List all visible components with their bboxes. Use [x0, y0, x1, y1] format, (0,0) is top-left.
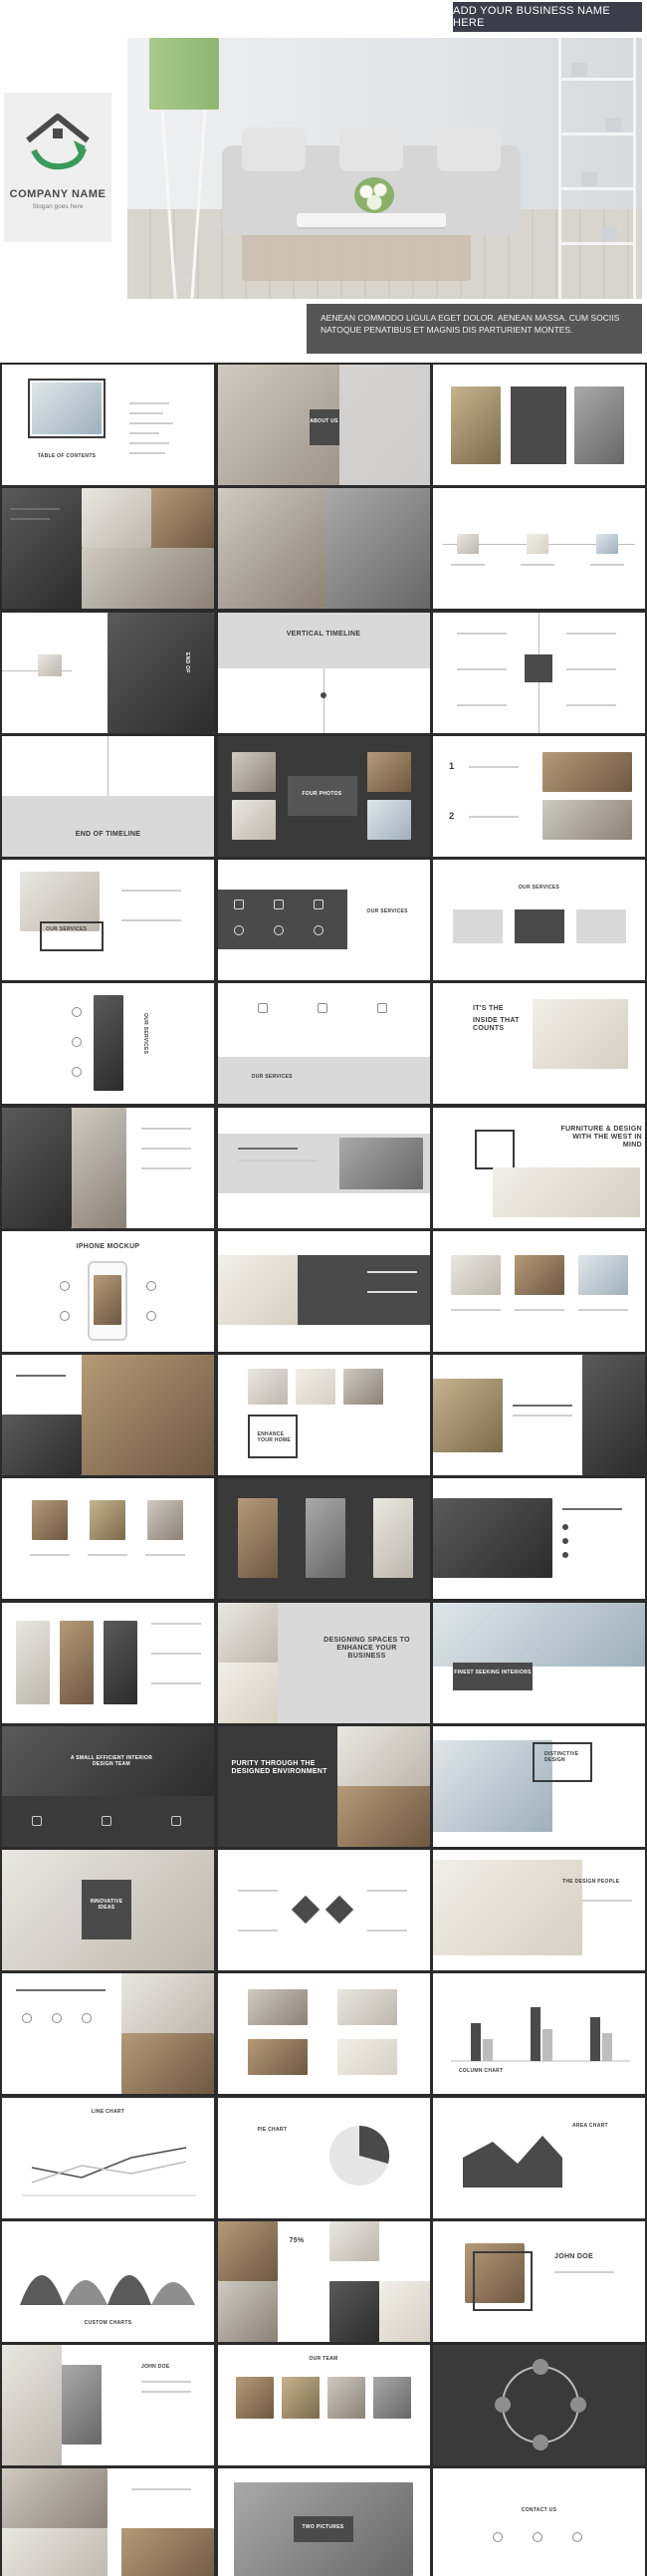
slide-style-your-space[interactable] — [433, 1478, 645, 1600]
slide-horizontal-timeline[interactable] — [433, 488, 645, 610]
slide-timeline-icons[interactable] — [433, 612, 645, 733]
circle-diagram — [495, 2359, 586, 2450]
slide-table-of-contents[interactable]: TABLE OF CONTENTS — [2, 365, 214, 485]
slide-seventy-five-percent[interactable]: 75% — [217, 2220, 430, 2342]
slide-the-design-people[interactable]: THE DESIGN PEOPLE — [433, 1850, 645, 1970]
house-logo-icon — [26, 114, 90, 170]
slide-our-services-three[interactable]: OUR SERVICES — [433, 860, 645, 980]
area-chart — [463, 2135, 562, 2188]
slide-four-rooms-grid[interactable] — [217, 1973, 430, 2095]
slide-our-services-photo[interactable]: OUR SERVICES — [2, 860, 214, 980]
slide-thumbnail-grid: TABLE OF CONTENTS ABOUT US END OF VERTIC… — [2, 365, 645, 2576]
slide-inside-that-counts[interactable]: IT'S THE INSIDE THAT COUNTS — [433, 983, 645, 1105]
coffee-table — [297, 213, 446, 227]
slide-our-team[interactable]: OUR TEAM — [217, 2345, 430, 2465]
slide-john-doe-standing[interactable]: JOHN DOE — [2, 2345, 214, 2465]
slide-numbered-list[interactable]: 1 2 — [433, 735, 645, 857]
slide-dark-columns[interactable] — [217, 1478, 430, 1600]
slide-services-grey-band[interactable]: OUR SERVICES — [217, 983, 430, 1105]
slide-two-pictures[interactable]: TWO PICTURES — [217, 2468, 430, 2576]
slide-area-chart[interactable]: AREA CHART — [433, 2097, 645, 2218]
slide-dark-circle-diagram[interactable] — [433, 2345, 645, 2465]
slide-pie-chart[interactable]: PIE CHART — [217, 2097, 430, 2218]
slide-column-chart[interactable]: COLUMN CHART — [433, 1973, 645, 2095]
column-chart — [451, 2007, 630, 2062]
slide-diamond-icons[interactable] — [217, 1850, 430, 1970]
slide-three-photos[interactable] — [433, 365, 645, 485]
slide-small-efficient-team[interactable]: A SMALL EFFICIENT INTERIOR DESIGN TEAM — [2, 1725, 214, 1847]
slide-three-rooms[interactable] — [433, 1230, 645, 1352]
slide-smarter-environments[interactable] — [2, 1973, 214, 2095]
slide-end-of[interactable]: END OF — [2, 612, 214, 733]
slide-four-photos[interactable]: FOUR PHOTOS — [217, 735, 430, 857]
floor-lamp — [149, 38, 219, 110]
portfolio-overview: ADD YOUR BUSINESS NAME HERE COMPANY NAME… — [0, 0, 647, 2576]
living-room-photo — [127, 38, 642, 299]
bookshelf — [558, 38, 636, 299]
slide-services-lightbulbs[interactable]: OUR SERVICES — [2, 983, 214, 1105]
slide-designing-spaces[interactable]: DESIGNING SPACES TO ENHANCE YOUR BUSINES… — [217, 1602, 430, 1723]
business-name-bar: ADD YOUR BUSINESS NAME HERE — [453, 2, 642, 32]
quote-bar: AENEAN COMMODO LIGULA EGET DOLOR. AENEAN… — [307, 304, 642, 354]
slogan: Slogan goes here — [32, 203, 84, 210]
slide-about-us[interactable]: ABOUT US — [217, 365, 430, 485]
slide-future-of-home[interactable] — [2, 1355, 214, 1475]
slide-distinctive-design[interactable]: DISTINCTIVE DESIGN — [433, 1725, 645, 1847]
slide-interior-collage[interactable] — [2, 2468, 214, 2576]
slide-our-services-icons[interactable]: OUR SERVICES — [217, 860, 430, 980]
slide-purity[interactable]: PURITY THROUGH THE DESIGNED ENVIRONMENT — [217, 1725, 430, 1847]
slide-three-portraits[interactable] — [2, 1478, 214, 1600]
slide-iphone-mockup[interactable]: IPHONE MOCKUP — [2, 1230, 214, 1352]
slide-inspirational-spaces[interactable] — [217, 1107, 430, 1228]
slide-dark-gallery[interactable] — [2, 488, 214, 610]
slide-lamp-photo[interactable] — [217, 488, 430, 610]
bell-curves — [20, 2274, 195, 2305]
company-name: COMPANY NAME — [9, 188, 107, 200]
slide-contact-us[interactable]: CONTACT US — [433, 2468, 645, 2576]
slide-distinctive-designs[interactable] — [433, 1355, 645, 1475]
pie-chart — [328, 2125, 389, 2186]
company-logo: COMPANY NAME Slogan goes here — [4, 93, 111, 242]
slide-custom-charts[interactable]: CUSTOM CHARTS — [2, 2220, 214, 2342]
slide-vertical-timeline[interactable]: VERTICAL TIMELINE — [217, 612, 430, 733]
flowers — [354, 177, 394, 213]
line-chart — [22, 2146, 196, 2195]
slide-enhance-your-home[interactable]: ENHANCE YOUR HOME — [217, 1355, 430, 1475]
slide-window-collage[interactable] — [2, 1107, 214, 1228]
slide-innovative-ideas[interactable]: INNOVATIVE IDEAS — [2, 1850, 214, 1970]
slide-kitchen-band[interactable] — [217, 1230, 430, 1352]
slide-john-doe-profile[interactable]: JOHN DOE — [433, 2220, 645, 2342]
slide-line-chart[interactable]: LINE CHART — [2, 2097, 214, 2218]
hero-cover-slide: ADD YOUR BUSINESS NAME HERE COMPANY NAME… — [0, 0, 647, 363]
slide-end-of-timeline[interactable]: END OF TIMELINE — [2, 735, 214, 857]
slide-finest-interiors[interactable]: FINEST SEEKING INTERIORS — [433, 1602, 645, 1723]
slide-hallway-photos[interactable] — [2, 1602, 214, 1723]
slide-furniture-design[interactable]: FURNITURE & DESIGN WITH THE WEST IN MIND — [433, 1107, 645, 1228]
